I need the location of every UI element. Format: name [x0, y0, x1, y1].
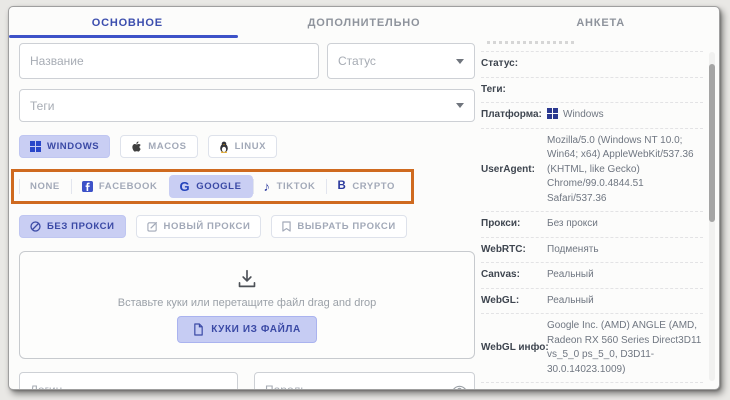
proxy-option-new-proxy-label: НОВЫЙ ПРОКСИ [164, 221, 251, 232]
os-option-linux-label: LINUX [235, 141, 267, 152]
profile-name-input[interactable] [19, 43, 319, 79]
proxy-option-choose-proxy[interactable]: ВЫБРАТЬ ПРОКСИ [271, 215, 406, 238]
summary-label-status: Статус: [481, 57, 547, 72]
proxy-mode-selector: БЕЗ ПРОКСИ НОВЫЙ ПРОКСИ ВЫБРАТЬ ПРОКСИ [19, 215, 475, 238]
summary-label-webrtc: WebRTC: [481, 243, 547, 258]
proxy-option-no-proxy[interactable]: БЕЗ ПРОКСИ [19, 215, 126, 238]
login-input[interactable] [19, 372, 238, 390]
summary-row-webgl: WebGL:Реальный [481, 289, 703, 315]
summary-panel: Статус:Теги:Платформа:WindowsUserAgent:M… [475, 38, 719, 389]
tiktok-icon: ♪ [264, 180, 271, 193]
os-option-macos-label: MACOS [148, 141, 186, 152]
category-option-google[interactable]: G GOOGLE [169, 175, 253, 198]
content: Статус Теги WINDOWS MACOS LINUX NONE FACEBO… [9, 38, 719, 389]
cookies-button-label: КУКИ ИЗ ФАЙЛА [211, 324, 301, 335]
summary-value-canvas: Реальный [547, 268, 594, 283]
summary-label-useragent: UserAgent: [481, 163, 547, 178]
facebook-icon [82, 181, 93, 192]
summary-value-client-rects: Реальный [547, 388, 594, 389]
proxy-option-new-proxy[interactable]: НОВЫЙ ПРОКСИ [136, 215, 262, 238]
google-icon: G [180, 180, 191, 193]
category-option-none[interactable]: NONE [19, 175, 71, 198]
os-option-windows[interactable]: WINDOWS [19, 135, 110, 158]
summary-row-client-rects: Client Rects:Реальный [481, 383, 703, 389]
category-option-tiktok[interactable]: ♪ TIKTOK [253, 175, 327, 198]
category-option-facebook[interactable]: FACEBOOK [71, 175, 169, 198]
scrollbar-track[interactable] [709, 52, 715, 381]
block-icon [30, 221, 41, 232]
chevron-down-icon [456, 59, 464, 64]
profile-editor-window: ОСНОВНОЕДОПОЛНИТЕЛЬНОАНКЕТА Статус Теги … [8, 6, 720, 390]
tab-profile[interactable]: АНКЕТА [482, 7, 719, 38]
summary-value-platform: Windows [547, 108, 604, 123]
summary-rows: Статус:Теги:Платформа:WindowsUserAgent:M… [481, 52, 703, 389]
password-input[interactable] [254, 372, 475, 390]
file-icon [193, 323, 204, 336]
summary-value-webgl-info: Google Inc. (AMD) ANGLE (AMD, Radeon RX … [547, 319, 703, 377]
profile-form: Статус Теги WINDOWS MACOS LINUX NONE FACEBO… [9, 38, 475, 389]
eye-icon[interactable] [452, 385, 467, 390]
download-icon [236, 268, 258, 290]
proxy-option-no-proxy-label: БЕЗ ПРОКСИ [47, 221, 115, 232]
os-option-windows-label: WINDOWS [47, 141, 99, 152]
tab-additional[interactable]: ДОПОЛНИТЕЛЬНО [246, 7, 483, 38]
bookmark-icon [282, 221, 291, 232]
tags-select-placeholder: Теги [30, 99, 54, 113]
status-select-placeholder: Статус [338, 54, 376, 68]
os-option-linux[interactable]: LINUX [208, 135, 278, 158]
summary-label-client-rects: Client Rects: [481, 388, 547, 389]
category-option-facebook-label: FACEBOOK [99, 181, 158, 192]
summary-value-webrtc: Подменять [547, 243, 599, 258]
category-option-google-label: GOOGLE [196, 181, 241, 192]
edit-icon [147, 221, 158, 232]
summary-label-canvas: Canvas: [481, 268, 547, 283]
category-option-none-label: NONE [30, 181, 60, 192]
summary-row-status: Статус: [481, 52, 703, 78]
summary-row-useragent: UserAgent:Mozilla/5.0 (Windows NT 10.0; … [481, 129, 703, 213]
summary-label-tags: Теги: [481, 83, 547, 98]
tab-main[interactable]: ОСНОВНОЕ [9, 7, 246, 38]
crypto-icon: B [337, 181, 346, 193]
category-selector: NONE FACEBOOK G GOOGLE ♪ TIKTOK B CRYPTO [19, 175, 406, 198]
summary-row-webrtc: WebRTC:Подменять [481, 238, 703, 264]
summary-row-canvas: Canvas:Реальный [481, 263, 703, 289]
proxy-option-choose-proxy-label: ВЫБРАТЬ ПРОКСИ [297, 221, 395, 232]
category-option-tiktok-label: TIKTOK [277, 181, 316, 192]
summary-row-platform: Платформа:Windows [481, 103, 703, 129]
os-selector: WINDOWS MACOS LINUX [19, 135, 475, 158]
scrollbar-thumb[interactable] [709, 64, 715, 222]
cookies-hint: Вставьте куки или перетащите файл drag a… [118, 297, 376, 309]
tags-select[interactable]: Теги [19, 89, 475, 122]
os-option-macos[interactable]: MACOS [120, 135, 197, 158]
summary-value-webgl: Реальный [547, 294, 594, 309]
windows-icon [30, 141, 41, 152]
apple-icon [131, 141, 142, 153]
status-select[interactable]: Статус [327, 43, 475, 79]
summary-row-tags: Теги: [481, 78, 703, 104]
tabs: ОСНОВНОЕДОПОЛНИТЕЛЬНОАНКЕТА [9, 7, 719, 38]
summary-label-platform: Платформа: [481, 108, 547, 123]
summary-row-proxy: Прокси:Без прокси [481, 212, 703, 238]
cookies-from-file-button[interactable]: КУКИ ИЗ ФАЙЛА [177, 316, 317, 343]
summary-label-proxy: Прокси: [481, 217, 547, 232]
summary-partial-row [481, 38, 703, 52]
summary-label-webgl: WebGL: [481, 294, 547, 309]
cookies-dropzone[interactable]: Вставьте куки или перетащите файл drag a… [19, 251, 475, 359]
category-option-crypto[interactable]: B CRYPTO [326, 175, 406, 198]
summary-value-proxy: Без прокси [547, 217, 598, 232]
linux-icon [219, 141, 229, 153]
summary-value-useragent: Mozilla/5.0 (Windows NT 10.0; Win64; x64… [547, 134, 703, 207]
chevron-down-icon [456, 103, 464, 108]
summary-label-webgl-info: WebGL инфо: [481, 341, 547, 356]
summary-row-webgl-info: WebGL инфо:Google Inc. (AMD) ANGLE (AMD,… [481, 314, 703, 383]
windows-icon [547, 108, 558, 119]
category-option-crypto-label: CRYPTO [352, 181, 395, 192]
